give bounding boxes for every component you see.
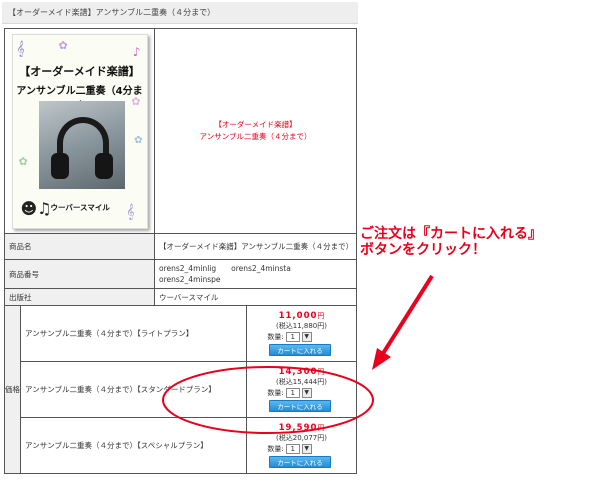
plan-name: アンサンブル二重奏（４分まで）【スペシャルプラン】 bbox=[20, 417, 247, 474]
name-value: 【オーダーメイド楽譜】アンサンブル二重奏（４分まで） bbox=[153, 233, 358, 260]
cover-publisher: ウーバースマイル bbox=[50, 202, 110, 212]
product-cover-image[interactable]: 𝄞 ✿ ♪ ✿ ✿ ✿ 【オーダーメイド楽譜】 アンサンブル二重奏（4分まで） … bbox=[11, 33, 148, 229]
quantity-label: 数量: bbox=[267, 333, 284, 341]
code-value-line2: orens2_4minspe bbox=[159, 275, 221, 284]
quantity-stepper: 数量: 1 ▼ bbox=[247, 444, 356, 454]
plan-price: 11,000円 bbox=[278, 311, 325, 321]
quantity-stepper: 数量: 1 ▼ bbox=[247, 332, 356, 342]
plan-tax: (税込15,444円) bbox=[276, 378, 327, 386]
plan-tax: (税込11,880円) bbox=[276, 322, 327, 330]
quantity-select[interactable]: 1 bbox=[285, 444, 300, 454]
plan-price: 14,300円 bbox=[278, 367, 325, 377]
annotation-arrow-line bbox=[380, 274, 434, 357]
product-side-title: 【オーダーメイド楽譜】 アンサンブル二重奏（４分まで） bbox=[153, 28, 358, 234]
side-title-line1: 【オーダーメイド楽譜】 bbox=[214, 120, 297, 129]
publisher-label: 出版社 bbox=[4, 288, 155, 306]
headphones-photo bbox=[38, 100, 125, 189]
add-to-cart-button[interactable]: カートに入れる bbox=[269, 400, 331, 412]
name-label: 商品名 bbox=[4, 233, 155, 260]
plan-name: アンサンブル二重奏（４分まで）【ライトプラン】 bbox=[20, 305, 247, 362]
quantity-label: 数量: bbox=[267, 389, 284, 397]
quantity-select[interactable]: 1 bbox=[285, 332, 300, 342]
annotation-line1: ご注文は『カートに入れる』 bbox=[360, 226, 542, 242]
side-title-line2: アンサンブル二重奏（４分まで） bbox=[199, 132, 312, 141]
plan-price-cell: 19,590円 (税込20,077円) 数量: 1 ▼ カートに入れる bbox=[245, 417, 358, 474]
headphones-cup bbox=[94, 152, 113, 179]
annotation-line2: ボタンをクリック！ bbox=[360, 242, 486, 258]
price-label: 価格 bbox=[4, 305, 21, 474]
plan-row: アンサンブル二重奏（４分まで）【スタンダードプラン】 14,300円 (税込15… bbox=[5, 361, 358, 418]
plan-row: 価格 アンサンブル二重奏（４分まで）【ライトプラン】 11,000円 (税込11… bbox=[4, 305, 358, 474]
quantity-select[interactable]: 1 bbox=[285, 388, 300, 398]
cover-title-line1: 【オーダーメイド楽譜】 bbox=[19, 64, 140, 78]
flower-icon: ✿ bbox=[58, 38, 68, 52]
product-table: 𝄞 ✿ ♪ ✿ ✿ ✿ 【オーダーメイド楽譜】 アンサンブル二重奏（4分まで） … bbox=[4, 28, 358, 474]
publisher-value: ウーバースマイル bbox=[153, 288, 358, 306]
add-to-cart-button[interactable]: カートに入れる bbox=[269, 456, 331, 468]
plan-name: アンサンブル二重奏（４分まで）【スタンダードプラン】 bbox=[20, 361, 247, 418]
chevron-down-icon[interactable]: ▼ bbox=[301, 332, 312, 342]
treble-clef-icon: 𝄞 bbox=[16, 40, 25, 57]
treble-clef-icon: 𝄞 bbox=[126, 203, 135, 220]
flower-icon: ✿ bbox=[18, 154, 28, 168]
plan-price: 19,590円 bbox=[278, 423, 325, 433]
quantity-stepper: 数量: 1 ▼ bbox=[247, 388, 356, 398]
plan-row: アンサンブル二重奏（４分まで）【スペシャルプラン】 19,590円 (税込20,… bbox=[5, 417, 358, 474]
info-row-publisher: 出版社 ウーバースマイル bbox=[4, 288, 358, 306]
code-label: 商品番号 bbox=[4, 259, 155, 289]
headphones-cup bbox=[50, 152, 69, 179]
flower-icon: ✿ bbox=[134, 134, 143, 146]
quantity-label: 数量: bbox=[267, 445, 284, 453]
product-image-row: 𝄞 ✿ ♪ ✿ ✿ ✿ 【オーダーメイド楽譜】 アンサンブル二重奏（4分まで） … bbox=[4, 28, 358, 234]
plan-price-cell: 11,000円 (税込11,880円) 数量: 1 ▼ カートに入れる bbox=[245, 305, 358, 362]
info-row-name: 商品名 【オーダーメイド楽譜】アンサンブル二重奏（４分まで） bbox=[4, 233, 358, 260]
annotation-callout: ご注文は『カートに入れる』 ボタンをクリック！ bbox=[360, 226, 600, 258]
publisher-logo-icon: ☻♫ bbox=[20, 198, 52, 218]
plan-price-cell: 14,300円 (税込15,444円) 数量: 1 ▼ カートに入れる bbox=[245, 361, 358, 418]
code-value-line1: orens2_4minlig orens2_4minsta bbox=[159, 264, 291, 273]
page-title: 【オーダーメイド楽譜】アンサンブル二重奏（４分まで） bbox=[8, 8, 216, 17]
chevron-down-icon[interactable]: ▼ bbox=[301, 444, 312, 454]
page-title-bar: 【オーダーメイド楽譜】アンサンブル二重奏（４分まで） bbox=[2, 2, 358, 24]
info-row-code: 商品番号 orens2_4minlig orens2_4minsta orens… bbox=[4, 259, 358, 289]
music-note-icon: ♪ bbox=[132, 44, 141, 59]
product-image-cell: 𝄞 ✿ ♪ ✿ ✿ ✿ 【オーダーメイド楽譜】 アンサンブル二重奏（4分まで） … bbox=[4, 28, 155, 234]
annotation-arrow-head bbox=[372, 348, 391, 370]
code-value: orens2_4minlig orens2_4minsta orens2_4mi… bbox=[153, 259, 358, 289]
chevron-down-icon[interactable]: ▼ bbox=[301, 388, 312, 398]
plan-tax: (税込20,077円) bbox=[276, 434, 327, 442]
add-to-cart-button[interactable]: カートに入れる bbox=[269, 344, 331, 356]
